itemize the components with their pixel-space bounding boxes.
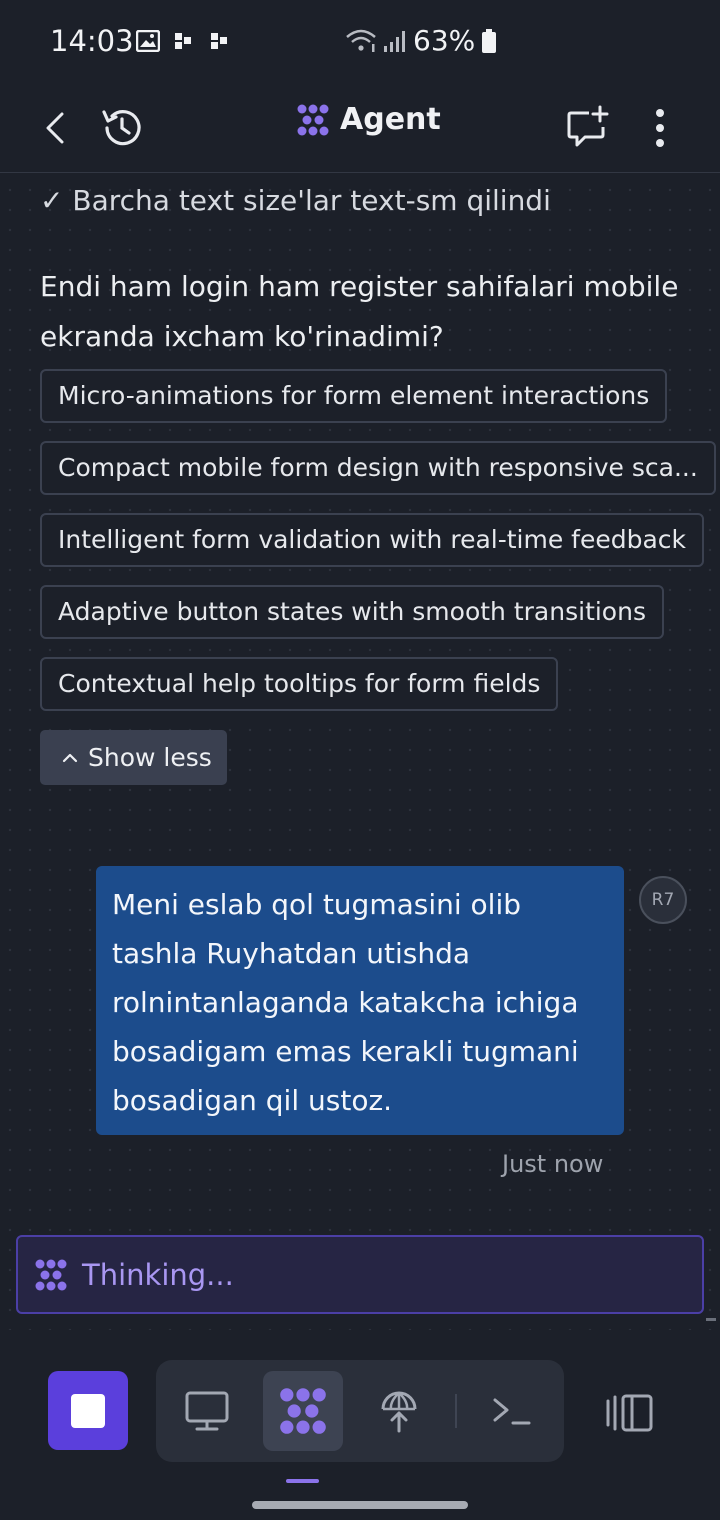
suggestion-chip[interactable]: Compact mobile form design with responsi… [40, 441, 716, 495]
app-notification-icon-2 [211, 33, 227, 49]
status-time: 14:03 [50, 24, 134, 58]
desktop-icon [185, 1391, 229, 1431]
bottom-toolbar [0, 1330, 720, 1520]
status-right: 63% [345, 24, 497, 57]
toolbar-divider [455, 1394, 457, 1428]
header-title: Agent [296, 102, 441, 137]
agent-question: Endi ham login ham register sahifalari m… [40, 270, 679, 353]
new-chat-button[interactable] [558, 98, 618, 158]
stop-icon [71, 1393, 105, 1428]
history-button[interactable] [92, 98, 152, 158]
deploy-icon [381, 1391, 417, 1433]
split-panel-button[interactable] [598, 1381, 662, 1445]
more-options-button[interactable] [630, 98, 690, 158]
user-message-bubble: Meni eslab qol tugmasini olib tashla Ruy… [96, 866, 624, 1135]
app-header: Agent [0, 84, 720, 173]
history-icon [102, 110, 141, 146]
show-less-label: Show less [88, 743, 212, 772]
back-icon [46, 112, 64, 144]
home-indicator[interactable] [252, 1501, 468, 1509]
signal-icon [384, 30, 405, 52]
completed-note: ✓ Barcha text size'lar text-sm qilindi [40, 184, 551, 217]
agent-tab[interactable] [263, 1371, 343, 1451]
tool-switcher [156, 1360, 564, 1462]
stop-button[interactable] [48, 1371, 128, 1450]
avatar[interactable]: R7 [639, 876, 687, 924]
scroll-indicator [706, 1318, 716, 1321]
terminal-icon [493, 1398, 531, 1425]
new-chat-icon [567, 105, 609, 147]
battery-icon [482, 28, 497, 53]
suggestion-chip[interactable]: Adaptive button states with smooth trans… [40, 585, 664, 639]
message-timestamp: Just now [502, 1150, 604, 1178]
suggestion-chip[interactable]: Contextual help tooltips for form fields [40, 657, 559, 711]
back-button[interactable] [26, 98, 86, 158]
desktop-tab[interactable] [167, 1371, 247, 1451]
agent-thinking-icon [35, 1259, 67, 1290]
suggestion-chip[interactable]: Micro-animations for form element intera… [40, 369, 668, 423]
thinking-indicator: Thinking... [16, 1235, 704, 1314]
status-bar: 14:03 63% [0, 0, 720, 84]
split-panel-icon [606, 1394, 653, 1432]
agent-icon [280, 1388, 326, 1434]
deploy-tab[interactable] [359, 1371, 439, 1451]
show-less-button[interactable]: Show less [40, 730, 227, 785]
more-vert-icon [656, 109, 664, 147]
header-title-text: Agent [340, 102, 441, 137]
agent-logo-icon [297, 104, 329, 135]
active-tab-indicator [286, 1479, 319, 1483]
notification-icons [136, 30, 232, 52]
app-notification-icon [175, 33, 191, 49]
battery-percent: 63% [413, 24, 476, 57]
image-notification-icon [136, 30, 160, 52]
terminal-tab[interactable] [472, 1371, 552, 1451]
thinking-label: Thinking... [82, 1257, 234, 1292]
chevron-up-icon [62, 753, 78, 762]
suggestion-chip[interactable]: Intelligent form validation with real-ti… [40, 513, 705, 567]
wifi-icon [346, 29, 376, 52]
